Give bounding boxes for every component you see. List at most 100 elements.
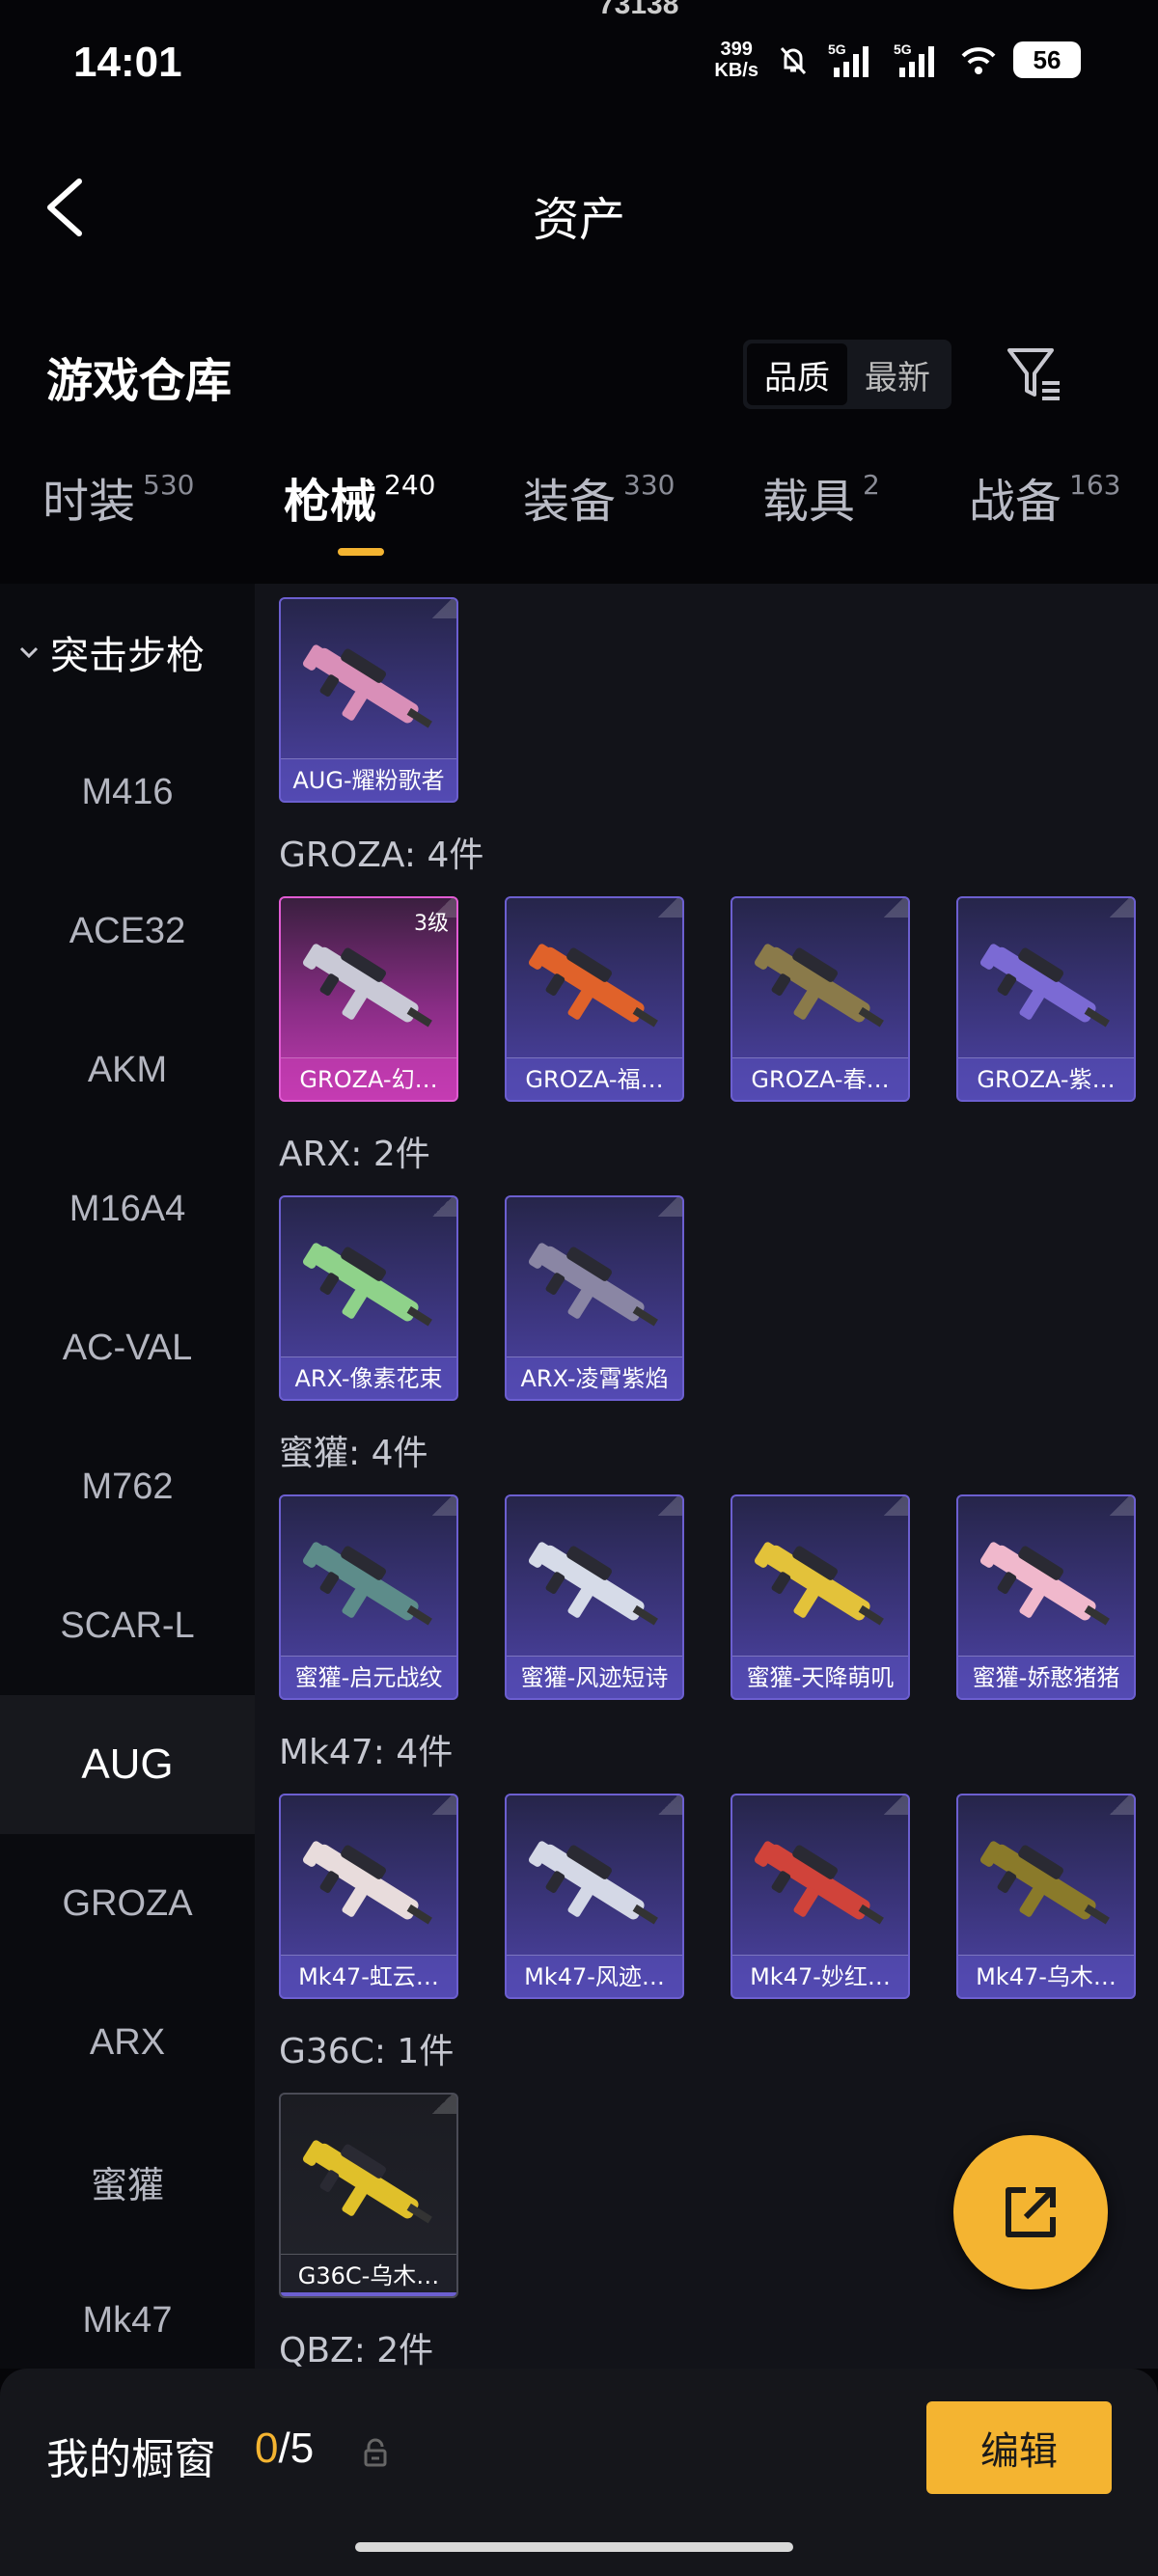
skin-name: GROZA-福… bbox=[507, 1057, 682, 1100]
tab-firearms[interactable]: 枪械 240 bbox=[284, 463, 435, 531]
category-tabs: 时装 530 枪械 240 装备 330 载具 2 战备 163 bbox=[0, 463, 1158, 569]
skin-name: GROZA-春… bbox=[732, 1057, 908, 1100]
card-corner bbox=[879, 1496, 908, 1516]
filter-icon[interactable] bbox=[1004, 343, 1065, 404]
sidebar-item-ac-val[interactable]: AC-VAL bbox=[0, 1278, 255, 1417]
group-title: Mk47: 4件 bbox=[279, 1733, 454, 1772]
sidebar-category[interactable]: 突击步枪 bbox=[17, 624, 205, 680]
network-speed: 399 KB/s bbox=[714, 39, 758, 81]
rifle-icon bbox=[528, 944, 658, 1028]
card-corner bbox=[427, 599, 456, 618]
tab-fashion[interactable]: 时装 530 bbox=[42, 463, 194, 531]
skin-name: ARX-像素花束 bbox=[281, 1357, 456, 1399]
edit-button[interactable]: 编辑 bbox=[926, 2401, 1112, 2494]
tab-vehicles[interactable]: 载具 2 bbox=[762, 463, 880, 531]
weapon-skin-card[interactable]: GROZA-春… bbox=[731, 896, 910, 1102]
showcase-label: 我的橱窗 bbox=[46, 2435, 216, 2484]
weapon-skin-card[interactable]: Mk47-乌木… bbox=[956, 1794, 1136, 1999]
skin-name: AUG-耀粉歌者 bbox=[281, 758, 456, 801]
status-top-number: 73138 bbox=[598, 0, 679, 20]
skin-name: GROZA-幻… bbox=[281, 1057, 456, 1100]
group-title: GROZA: 4件 bbox=[279, 836, 484, 875]
rifle-icon bbox=[302, 1841, 432, 1925]
tab-equipment[interactable]: 装备 330 bbox=[523, 463, 675, 531]
rifle-icon bbox=[979, 1542, 1110, 1626]
weapon-skin-card[interactable]: GROZA-紫… bbox=[956, 896, 1136, 1102]
weapon-skin-card[interactable]: 蜜獾-启元战纹 bbox=[279, 1494, 458, 1700]
group-title: QBZ: 2件 bbox=[279, 2331, 434, 2369]
weapon-grid: AUG-耀粉歌者 GROZA: 4件 3级 GROZA-幻… GROZA-福… GROZA… bbox=[255, 584, 1158, 2369]
weapon-skin-card[interactable]: 蜜獾-风迹短诗 bbox=[505, 1494, 684, 1700]
weapon-skin-card[interactable]: G36C-乌木… bbox=[279, 2093, 458, 2298]
sidebar-item-ace32[interactable]: ACE32 bbox=[0, 862, 255, 1000]
weapon-skin-card[interactable]: GROZA-福… bbox=[505, 896, 684, 1102]
skin-name: 蜜獾-娇憨猪猪 bbox=[958, 1656, 1134, 1698]
active-tab-indicator bbox=[338, 548, 384, 556]
skin-name: ARX-凌霄紫焰 bbox=[507, 1357, 682, 1399]
sort-newest-button[interactable]: 最新 bbox=[847, 343, 948, 405]
weapon-skin-card[interactable]: Mk47-妙红… bbox=[731, 1794, 910, 1999]
weapon-skin-card[interactable]: ARX-像素花束 bbox=[279, 1195, 458, 1401]
sidebar-item-m762[interactable]: M762 bbox=[0, 1417, 255, 1556]
rifle-icon bbox=[302, 944, 432, 1028]
wifi-icon bbox=[961, 47, 996, 74]
chevron-down-icon bbox=[19, 646, 39, 659]
weapon-skin-card[interactable]: ARX-凌霄紫焰 bbox=[505, 1195, 684, 1401]
svg-text:5G: 5G bbox=[894, 41, 912, 57]
weapon-skin-card[interactable]: Mk47-虹云… bbox=[279, 1794, 458, 1999]
svg-text:5G: 5G bbox=[828, 41, 846, 57]
sidebar-item-arx[interactable]: ARX bbox=[0, 1973, 255, 2112]
card-corner bbox=[1105, 1496, 1134, 1516]
group-title: 蜜獾: 4件 bbox=[279, 1434, 428, 1473]
weapon-skin-card[interactable]: 3级 GROZA-幻… bbox=[279, 896, 458, 1102]
rifle-icon bbox=[302, 644, 432, 728]
mute-bell-icon bbox=[780, 46, 807, 75]
skin-name: 蜜獾-启元战纹 bbox=[281, 1656, 456, 1698]
weapon-skin-card[interactable]: AUG-耀粉歌者 bbox=[279, 597, 458, 803]
showcase-count: 0/5 bbox=[255, 2425, 315, 2472]
lock-icon bbox=[364, 2438, 387, 2467]
sidebar-item-m416[interactable]: M416 bbox=[0, 723, 255, 862]
showcase-bar: 我的橱窗 0/5 编辑 bbox=[0, 2369, 1158, 2576]
card-corner bbox=[653, 1496, 682, 1516]
sidebar-item-groza[interactable]: GROZA bbox=[0, 1834, 255, 1973]
status-time: 14:01 bbox=[73, 39, 182, 86]
sidebar-item-aug[interactable]: AUG bbox=[0, 1695, 255, 1834]
card-corner bbox=[427, 2095, 456, 2114]
skin-name: 蜜獾-天降萌叽 bbox=[732, 1656, 908, 1698]
rifle-icon bbox=[528, 1841, 658, 1925]
rifle-icon bbox=[979, 1841, 1110, 1925]
share-button[interactable] bbox=[953, 2135, 1108, 2289]
card-corner bbox=[1105, 898, 1134, 918]
sidebar-item-m16a4[interactable]: M16A4 bbox=[0, 1139, 255, 1278]
skin-name: Mk47-妙红… bbox=[732, 1955, 908, 1997]
rifle-icon bbox=[754, 1542, 884, 1626]
card-corner bbox=[653, 1795, 682, 1815]
card-corner bbox=[427, 1197, 456, 1217]
group-title: G36C: 1件 bbox=[279, 2032, 455, 2071]
sidebar-item-akm[interactable]: AKM bbox=[0, 1000, 255, 1139]
skin-name: GROZA-紫… bbox=[958, 1057, 1134, 1100]
signal-icon: 5G bbox=[828, 41, 868, 77]
sort-toggle: 品质 最新 bbox=[743, 340, 951, 409]
sort-quality-button[interactable]: 品质 bbox=[747, 343, 847, 405]
home-indicator bbox=[355, 2542, 793, 2552]
tab-supplies[interactable]: 战备 163 bbox=[969, 463, 1120, 531]
weapon-skin-card[interactable]: Mk47-风迹… bbox=[505, 1794, 684, 1999]
status-bar: 73138 14:01 399 KB/s 5G 5G 56 bbox=[0, 0, 1158, 125]
rifle-icon bbox=[528, 1243, 658, 1327]
weapon-skin-card[interactable]: 蜜獾-娇憨猪猪 bbox=[956, 1494, 1136, 1700]
skin-name: Mk47-风迹… bbox=[507, 1955, 682, 1997]
skin-name: Mk47-虹云… bbox=[281, 1955, 456, 1997]
card-corner bbox=[653, 1197, 682, 1217]
skin-name: Mk47-乌木… bbox=[958, 1955, 1134, 1997]
weapon-skin-card[interactable]: 蜜獾-天降萌叽 bbox=[731, 1494, 910, 1700]
skin-name: 蜜獾-风迹短诗 bbox=[507, 1656, 682, 1698]
signal-icon: 5G bbox=[894, 41, 934, 77]
sidebar-item-scar-l[interactable]: SCAR-L bbox=[0, 1556, 255, 1695]
level-badge: 3级 bbox=[414, 912, 449, 936]
card-corner bbox=[427, 1795, 456, 1815]
sidebar-item-mk47[interactable]: Mk47 bbox=[0, 2251, 255, 2369]
sidebar-item-honey-badger[interactable]: 蜜獾 bbox=[0, 2112, 255, 2251]
rifle-icon bbox=[754, 944, 884, 1028]
